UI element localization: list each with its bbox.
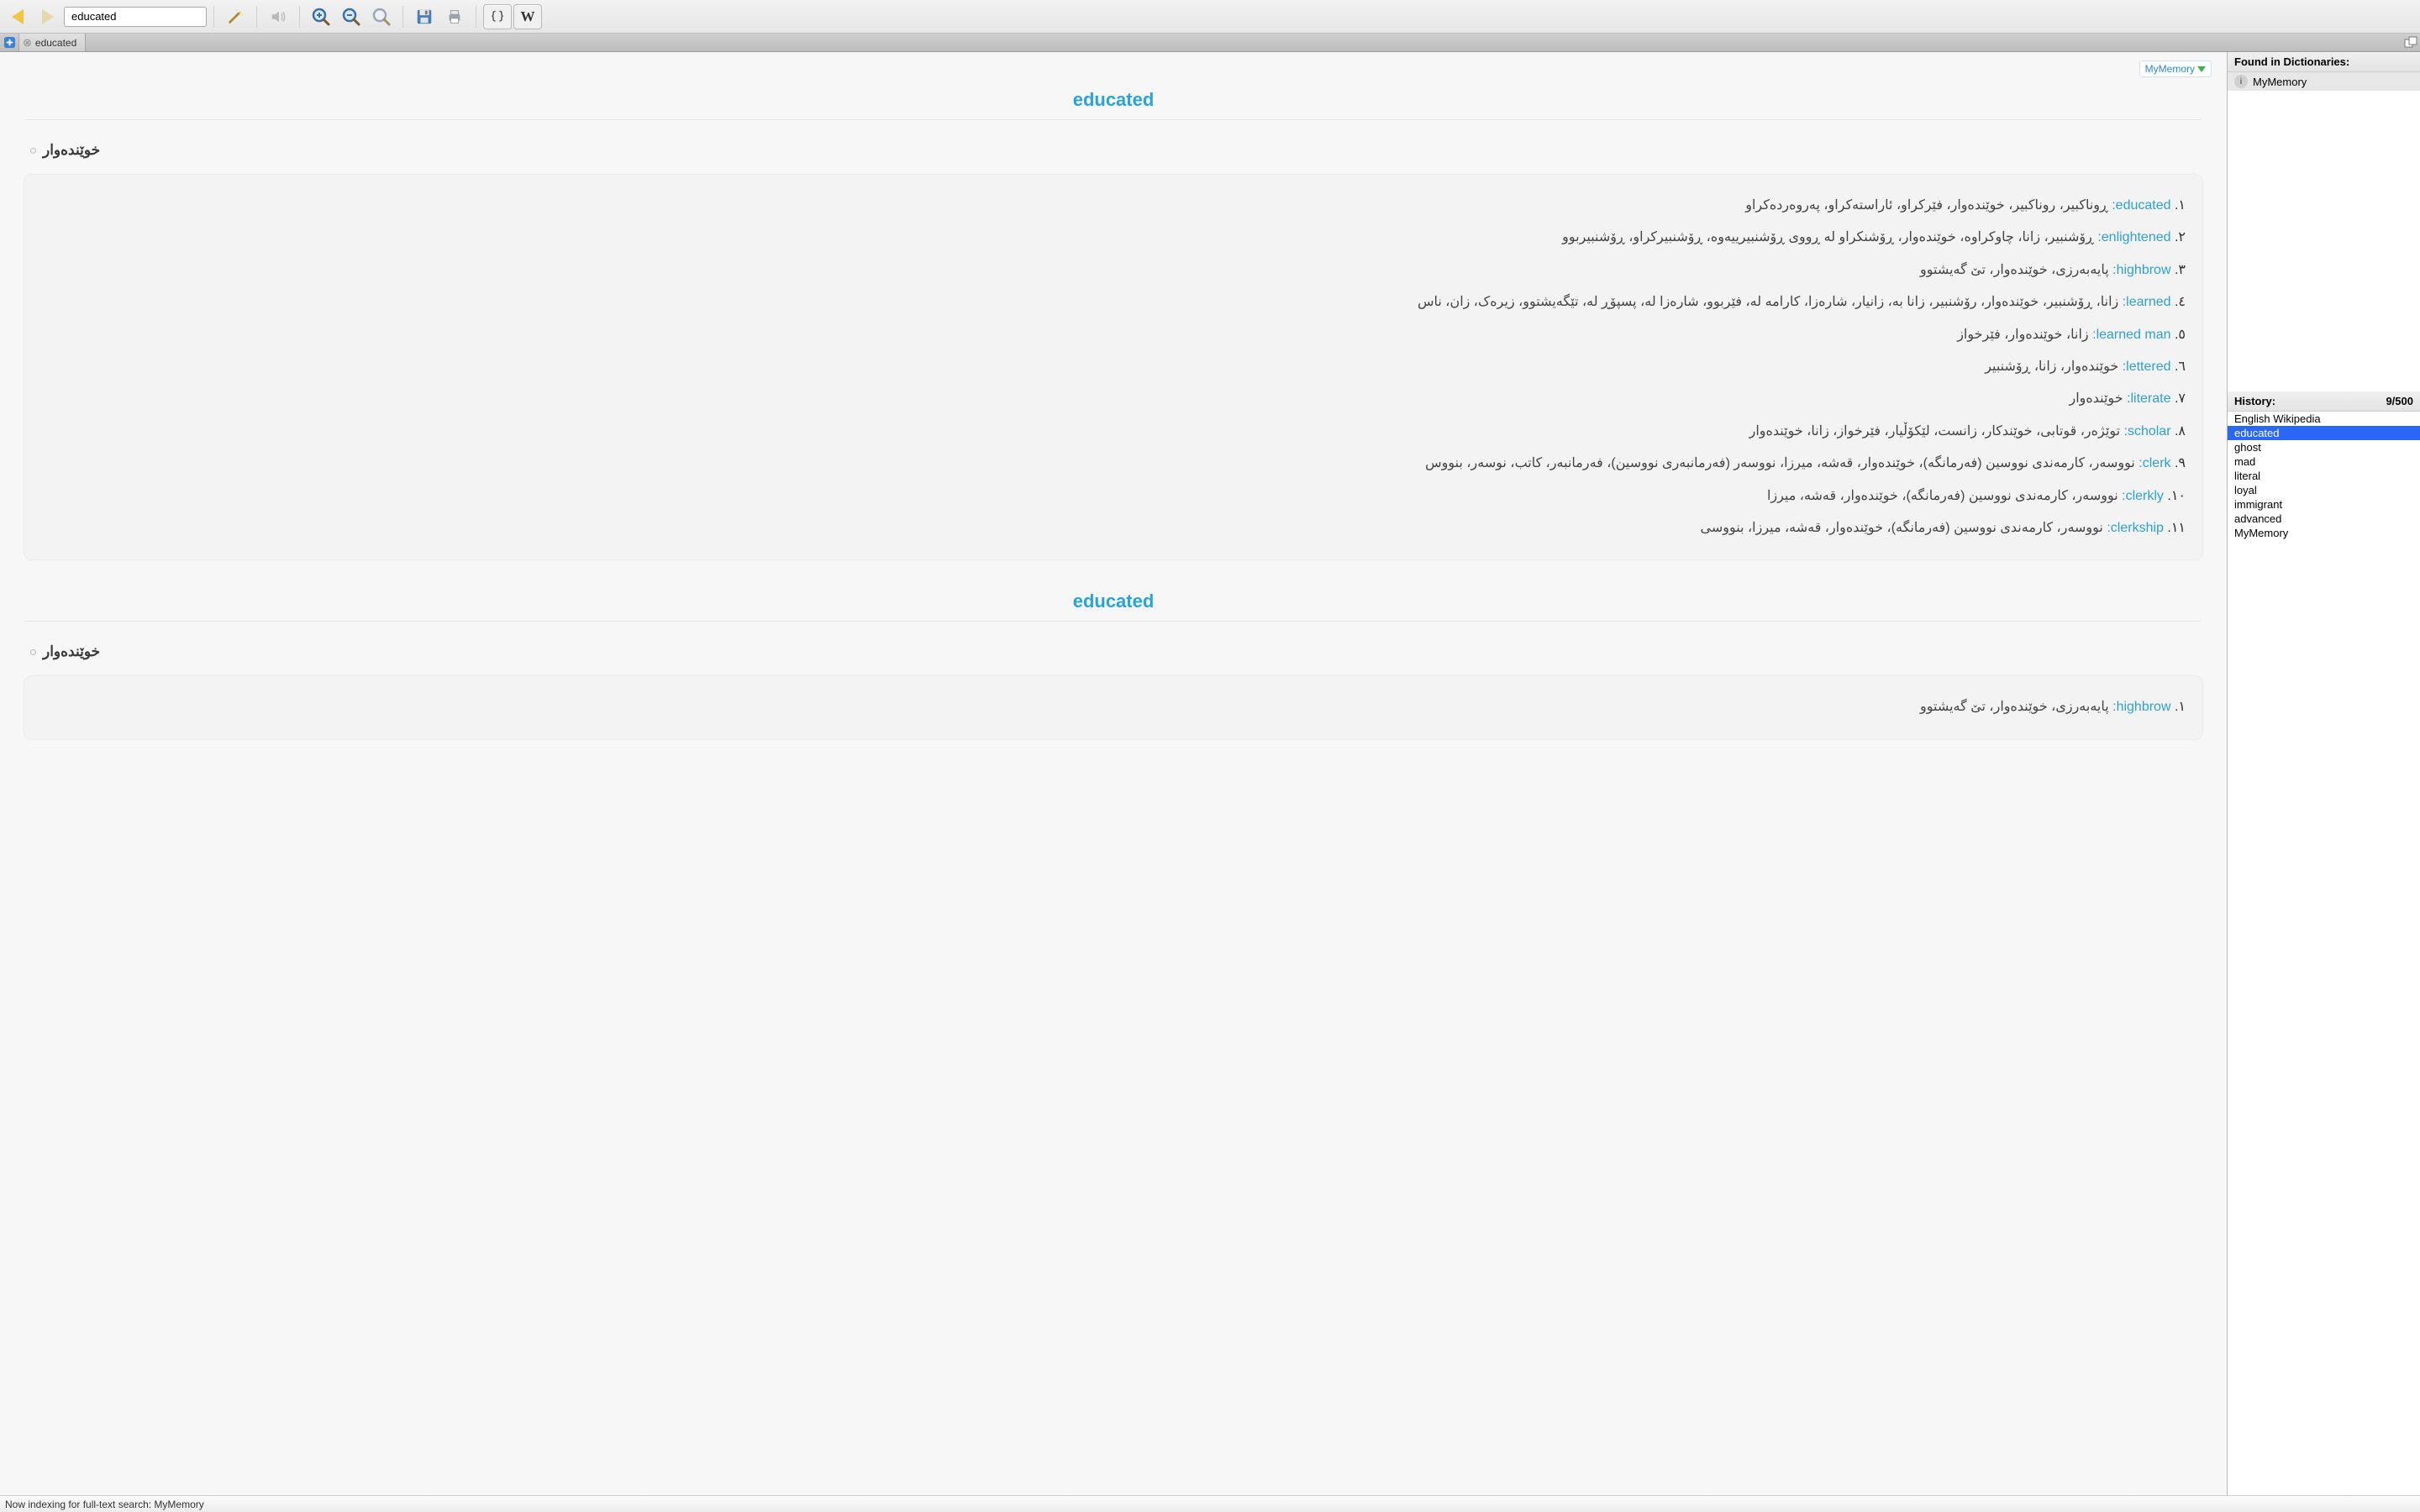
separator [299, 6, 300, 28]
popout-button[interactable] [2403, 35, 2418, 50]
toolbar: W [0, 0, 2420, 34]
definition-line: ١. educated ڕوناکبیر، روناکبیر، خوێندەوا… [41, 190, 2186, 222]
nav-forward-button[interactable] [34, 4, 62, 29]
side-column: Found in Dictionaries: iMyMemory History… [2227, 52, 2420, 1495]
history-item[interactable]: advanced [2228, 512, 2420, 526]
entry-title: educated [25, 76, 2202, 120]
definition-term[interactable]: enlightened [2097, 230, 2170, 244]
definition-term[interactable]: educated [2112, 198, 2170, 213]
plus-icon [3, 36, 16, 49]
entry-card: educatedخوێندەوار١. educated ڕوناکبیر، ر… [24, 76, 2203, 560]
history-header: History: 9/500 [2228, 391, 2420, 412]
zoom-out-icon [341, 7, 361, 27]
found-in-label: Found in Dictionaries: [2234, 55, 2349, 68]
print-button[interactable] [440, 4, 469, 29]
wand-icon [226, 8, 245, 26]
definition-line: ٦. lettered خوێندەوار، زانا، ڕۆشنبیر [41, 351, 2186, 383]
dictionaries-list[interactable]: iMyMemory [2228, 72, 2420, 391]
dict-badge-icon: i [2234, 75, 2248, 88]
history-item[interactable]: educated [2228, 426, 2420, 440]
definition-line: ٢. enlightened ڕۆشنبیر، زانا، چاوکراوە، … [41, 222, 2186, 254]
history-item[interactable]: English Wikipedia [2228, 412, 2420, 426]
status-bar: Now indexing for full-text search: MyMem… [0, 1495, 2420, 1512]
found-in-header: Found in Dictionaries: [2228, 52, 2420, 72]
bullet-icon [30, 649, 36, 655]
printer-icon [445, 8, 464, 26]
entry-card: educatedخوێندەوار ١. highbrow پایەبەرزی، … [24, 577, 2203, 739]
search-box[interactable] [64, 7, 207, 27]
entry-title: educated [25, 577, 2202, 622]
nav-back-button[interactable] [3, 4, 32, 29]
definition-line: ١١. clerkship نووسەر، کارمەندی نووسین (ف… [41, 512, 2186, 544]
new-tab-button[interactable] [0, 34, 18, 51]
history-item[interactable]: immigrant [2228, 497, 2420, 512]
tab-label: educated [35, 37, 76, 49]
separator [256, 6, 257, 28]
save-button[interactable] [410, 4, 439, 29]
definition-term[interactable]: highbrow [2112, 263, 2170, 277]
history-item[interactable]: loyal [2228, 483, 2420, 497]
headword: خوێندەوار [24, 622, 2203, 675]
content-column: MyMemory educatedخوێندەوار١. educated ڕو… [0, 52, 2227, 1495]
definitions-box: ١. educated ڕوناکبیر، روناکبیر، خوێندەوا… [24, 174, 2203, 560]
definition-term[interactable]: learned [2123, 295, 2171, 309]
wand-button[interactable] [221, 4, 250, 29]
definition-term[interactable]: literate [2127, 391, 2170, 406]
definition-line: ٤. learned زانا، ڕۆشنبیر، خوێندەوار، رۆش… [41, 286, 2186, 318]
floppy-icon [415, 8, 434, 26]
bullet-icon [30, 148, 36, 154]
history-item[interactable]: ghost [2228, 440, 2420, 454]
definition-term[interactable]: highbrow [2112, 700, 2170, 714]
definition-term[interactable]: clerkship [2107, 521, 2164, 535]
dictionary-item[interactable]: iMyMemory [2228, 72, 2420, 92]
source-badge[interactable]: MyMemory [2139, 60, 2212, 77]
zoom-reset-button[interactable] [367, 4, 396, 29]
definition-term[interactable]: scholar [2123, 424, 2170, 438]
history-item[interactable]: literal [2228, 469, 2420, 483]
source-badge-label: MyMemory [2145, 63, 2195, 75]
arrow-left-icon [12, 9, 24, 24]
search-input[interactable] [71, 10, 219, 23]
definition-term[interactable]: clerk [2139, 456, 2170, 470]
main-area: MyMemory educatedخوێندەوار١. educated ڕو… [0, 52, 2420, 1495]
definition-line: ٩. clerk نووسەر، کارمەندی نووسین (فەرمان… [41, 448, 2186, 480]
entries-host: educatedخوێندەوار١. educated ڕوناکبیر، ر… [0, 52, 2227, 774]
definition-term[interactable]: learned man [2092, 328, 2170, 342]
definition-line: ١٠. clerkly نووسەر، کارمەندی نووسین (فەر… [41, 480, 2186, 512]
status-text: Now indexing for full-text search: MyMem… [5, 1499, 204, 1510]
braces-icon [489, 8, 506, 25]
zoom-in-button[interactable] [307, 4, 335, 29]
close-tab-icon[interactable]: ⊗ [23, 36, 32, 50]
definition-term[interactable]: clerkly [2122, 489, 2164, 503]
definition-line: ١. highbrow پایەبەرزی، خوێندەوار، تێ گەی… [41, 691, 2186, 723]
definitions-box: ١. highbrow پایەبەرزی، خوێندەوار، تێ گەی… [24, 675, 2203, 739]
definition-line: ٣. highbrow پایەبەرزی، خوێندەوار، تێ گەی… [41, 255, 2186, 286]
content-scroll[interactable]: MyMemory educatedخوێندەوار١. educated ڕو… [0, 52, 2227, 1495]
code-view-button[interactable] [483, 4, 512, 29]
dropdown-triangle-icon [2197, 66, 2206, 72]
popout-icon [2403, 35, 2418, 50]
wikipedia-button[interactable]: W [513, 4, 542, 29]
definition-term[interactable]: lettered [2123, 360, 2171, 374]
arrow-right-icon [42, 9, 54, 24]
definition-line: ٧. literate خوێندەوار [41, 383, 2186, 415]
separator [213, 6, 214, 28]
definition-line: ٥. learned man زانا، خوێندەوار، فێرخواز [41, 319, 2186, 351]
history-item[interactable]: MyMemory [2228, 526, 2420, 540]
history-list[interactable]: English Wikipediaeducatedghostmadliteral… [2228, 412, 2420, 1495]
history-count: 9/500 [2386, 395, 2413, 407]
speaker-icon [269, 8, 287, 26]
history-label: History: [2234, 395, 2275, 407]
separator [402, 6, 403, 28]
tab-educated[interactable]: ⊗ educated [18, 34, 86, 51]
definition-line: ٨. scholar توێژەر، قوتابی، خوێندکار، زان… [41, 416, 2186, 448]
headword: خوێندەوار [24, 120, 2203, 174]
wikipedia-icon: W [521, 8, 535, 25]
audio-button[interactable] [264, 4, 292, 29]
history-item[interactable]: mad [2228, 454, 2420, 469]
zoom-reset-icon [371, 7, 392, 27]
zoom-in-icon [311, 7, 331, 27]
tab-bar: ⊗ educated [0, 34, 2420, 52]
zoom-out-button[interactable] [337, 4, 366, 29]
